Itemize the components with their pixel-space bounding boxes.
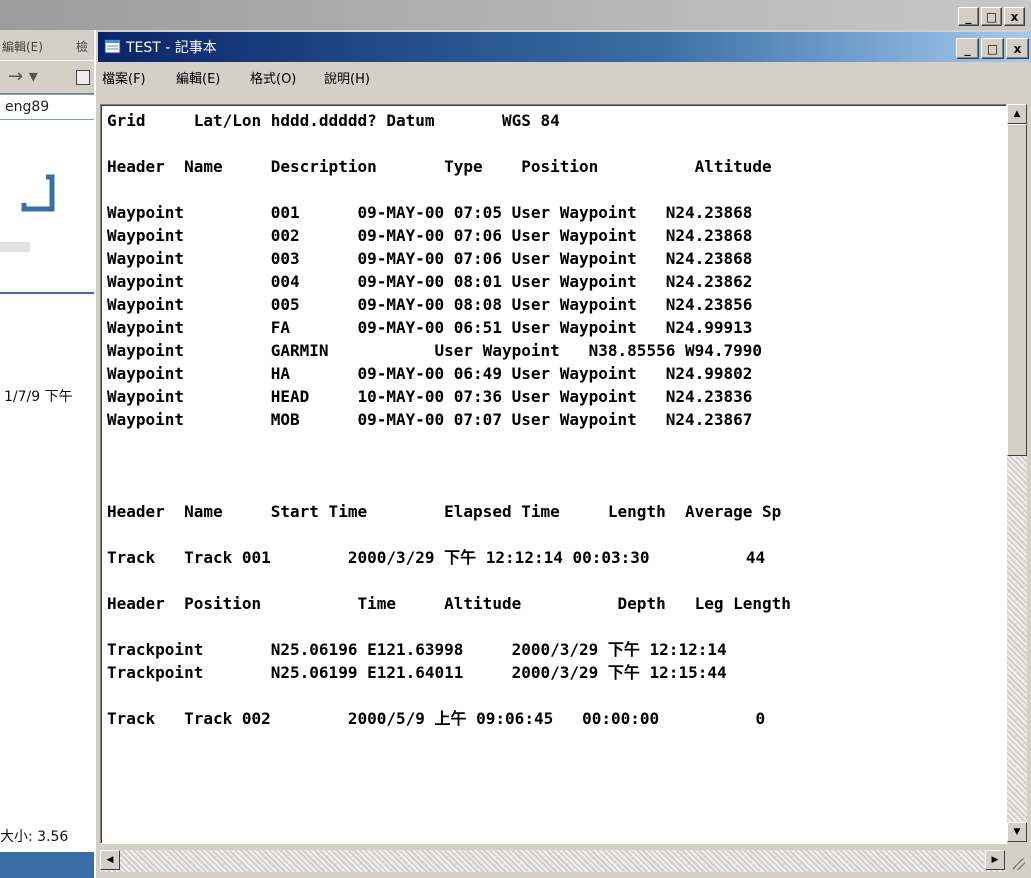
text-line (107, 477, 791, 500)
menu-format[interactable]: 格式(O) (250, 68, 296, 87)
background-divider (0, 292, 94, 294)
text-line: Waypoint 002 09-MAY-00 07:06 User Waypoi… (107, 226, 753, 245)
notepad-window-controls: _ □ x (956, 38, 1029, 59)
background-menu-edit[interactable]: 編輯(E) (2, 38, 43, 55)
scroll-right-button[interactable]: ▶ (985, 850, 1005, 870)
folder-up-icon[interactable] (76, 70, 90, 85)
file-icon[interactable] (20, 173, 56, 213)
background-address-field[interactable]: eng89 (0, 94, 94, 120)
vertical-scrollbar[interactable]: ▲ ▼ (1007, 104, 1027, 842)
text-line (107, 132, 791, 155)
text-content: Grid Lat/Lon hddd.ddddd? Datum WGS 84 Hea… (107, 109, 791, 730)
background-nav-toolbar: → ▾ (0, 60, 94, 94)
text-line: Waypoint 005 09-MAY-00 08:08 User Waypoi… (107, 295, 753, 314)
text-line: Waypoint HA 09-MAY-00 06:49 User Waypoin… (107, 364, 753, 383)
close-button[interactable]: x (1006, 38, 1029, 59)
forward-arrow-icon[interactable]: → ▾ (8, 66, 38, 87)
background-minimize-button[interactable]: _ (958, 7, 979, 26)
text-line: Waypoint FA 09-MAY-00 06:51 User Waypoin… (107, 318, 753, 337)
notepad-titlebar[interactable]: TEST - 記事本 _ □ x (98, 32, 1031, 62)
background-maximize-button[interactable]: □ (981, 7, 1002, 26)
text-line: Waypoint 001 09-MAY-00 07:05 User Waypoi… (107, 203, 753, 222)
text-line: Header Name Description Type Position Al… (107, 157, 772, 176)
menu-file[interactable]: 檔案(F) (102, 68, 146, 87)
background-selected-strip (0, 852, 94, 878)
background-blurred-label (0, 242, 30, 252)
horizontal-scrollbar[interactable]: ◀ ▶ (100, 850, 1005, 872)
notepad-icon (104, 39, 121, 54)
text-line: Waypoint 004 09-MAY-00 08:01 User Waypoi… (107, 272, 753, 291)
text-line: Trackpoint N25.06199 E121.64011 2000/3/2… (107, 663, 727, 682)
text-line: Trackpoint N25.06196 E121.63998 2000/3/2… (107, 640, 727, 659)
scroll-left-button[interactable]: ◀ (100, 850, 120, 870)
vertical-scroll-thumb[interactable] (1007, 124, 1027, 456)
background-window-body: 編輯(E) 檢 → ▾ eng89 1/7/9 下午 大小: 3.56 (0, 30, 94, 878)
size-grip[interactable] (1007, 850, 1027, 872)
menu-help[interactable]: 說明(H) (324, 68, 370, 87)
maximize-button[interactable]: □ (981, 38, 1004, 59)
text-line (107, 615, 791, 638)
menu-bar: 檔案(F) 編輯(E) 格式(O) 說明(H) (98, 62, 1031, 90)
background-window-titlebar: _ □ x (0, 0, 1031, 30)
text-line: Header Position Time Altitude Depth Leg … (107, 594, 791, 613)
background-close-button[interactable]: x (1004, 7, 1025, 26)
text-line (107, 454, 791, 477)
scroll-down-button[interactable]: ▼ (1007, 822, 1027, 842)
text-line: Header Name Start Time Elapsed Time Leng… (107, 502, 782, 521)
text-line: Track Track 002 2000/5/9 上午 09:06:45 00:… (107, 709, 766, 728)
text-line: Waypoint HEAD 10-MAY-00 07:36 User Waypo… (107, 387, 753, 406)
text-editor-area[interactable]: Grid Lat/Lon hddd.ddddd? Datum WGS 84 Hea… (100, 104, 1007, 844)
notepad-window: TEST - 記事本 _ □ x 檔案(F) 編輯(E) 格式(O) 說明(H)… (94, 30, 1031, 878)
resize-grip-icon (1013, 858, 1025, 870)
background-date-text: 1/7/9 下午 (4, 389, 73, 405)
text-line (107, 178, 791, 201)
text-line: Waypoint MOB 09-MAY-00 07:07 User Waypoi… (107, 410, 753, 429)
text-line: Grid Lat/Lon hddd.ddddd? Datum WGS 84 (107, 111, 560, 130)
minimize-button[interactable]: _ (956, 38, 979, 59)
text-line (107, 523, 791, 546)
text-line: Waypoint 003 09-MAY-00 07:06 User Waypoi… (107, 249, 753, 268)
background-menu-bar: 編輯(E) 檢 (0, 30, 94, 60)
text-line: Waypoint GARMIN User Waypoint N38.85556 … (107, 341, 763, 360)
scroll-up-button[interactable]: ▲ (1007, 104, 1027, 124)
text-line (107, 684, 791, 707)
window-title: TEST - 記事本 (126, 40, 217, 56)
background-menu-view[interactable]: 檢 (76, 38, 88, 55)
text-line (107, 569, 791, 592)
background-window-controls: _ □ x (958, 7, 1025, 26)
background-size-text: 大小: 3.56 (0, 829, 69, 845)
text-line: Track Track 001 2000/3/29 下午 12:12:14 00… (107, 548, 766, 567)
text-line (107, 431, 791, 454)
menu-edit[interactable]: 編輯(E) (176, 68, 220, 87)
